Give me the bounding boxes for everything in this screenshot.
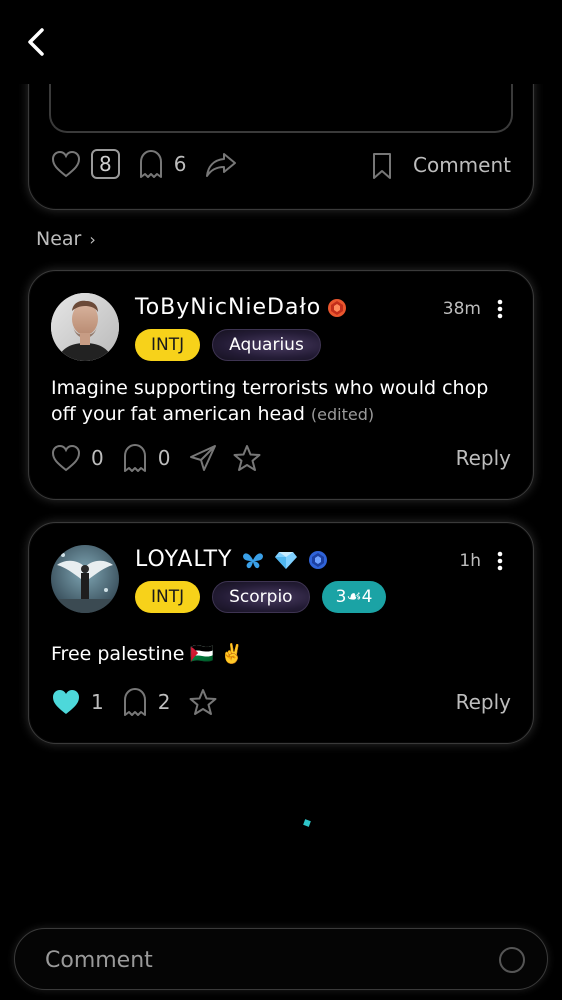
mbti-tag[interactable]: INTJ [135, 581, 201, 613]
like-count: 8 [91, 149, 120, 179]
comment-actions: 0 0 [51, 443, 262, 473]
reply-button[interactable]: Reply [456, 690, 511, 714]
avatar[interactable] [51, 545, 119, 613]
comment-input[interactable] [45, 943, 475, 977]
star-icon[interactable] [188, 688, 218, 716]
near-label: Near [36, 228, 82, 250]
tag-row: INTJ Scorpio 3☙4 [135, 581, 387, 613]
star-icon[interactable] [232, 444, 262, 472]
compatibility-tag[interactable]: 3☙4 [321, 581, 387, 613]
ghost-count: 2 [157, 690, 171, 714]
ghost-count: 0 [157, 446, 171, 470]
near-section-header[interactable]: Near › [36, 228, 96, 250]
comment-actions: 1 2 [51, 687, 218, 717]
more-options-icon[interactable] [497, 299, 503, 319]
chevron-left-icon [28, 28, 44, 56]
username[interactable]: ToByNicNieDało [135, 295, 347, 320]
username[interactable]: LOYALTY [135, 547, 328, 572]
comment-composer [14, 928, 548, 990]
chevron-right-icon: › [89, 229, 96, 249]
like-count: 1 [91, 690, 104, 714]
heart-icon[interactable] [51, 444, 81, 472]
comment-text: Free palestine 🇵🇸 ✌️ [51, 643, 244, 665]
heart-icon[interactable] [51, 150, 81, 178]
comment-text: Imagine supporting terrorists who would … [51, 377, 489, 425]
ghost-icon[interactable] [138, 149, 164, 179]
comment-card: LOYALTY 1h INTJ Scorpio 3☙4 Free palesti… [28, 522, 534, 744]
more-options-icon[interactable] [497, 551, 503, 571]
comment-card: ToByNicNieDało 38m INTJ Aquarius Imagine… [28, 270, 534, 500]
diamond-icon [275, 551, 298, 569]
send-circle-icon[interactable] [499, 947, 525, 973]
edited-label: (edited) [310, 405, 375, 424]
ghost-icon[interactable] [122, 443, 148, 473]
ghost-icon[interactable] [122, 687, 148, 717]
back-button[interactable] [18, 22, 58, 62]
share-icon[interactable] [204, 150, 238, 178]
timestamp: 38m [442, 299, 481, 319]
sapphire-badge-icon [309, 550, 328, 569]
reply-button[interactable]: Reply [456, 446, 511, 470]
butterfly-icon [243, 552, 264, 568]
zodiac-tag[interactable]: Aquarius [212, 329, 321, 361]
ghost-count: 6 [173, 152, 187, 176]
mbti-tag[interactable]: INTJ [135, 329, 201, 361]
tag-row: INTJ Aquarius [135, 329, 321, 361]
avatar[interactable] [51, 293, 119, 361]
bookmark-icon[interactable] [371, 152, 393, 180]
comment-button[interactable]: Comment [413, 153, 511, 177]
zodiac-tag[interactable]: Scorpio [212, 581, 310, 613]
loading-indicator [303, 819, 311, 827]
post-actions: 8 6 [51, 149, 238, 179]
timestamp: 1h [459, 551, 481, 571]
send-icon[interactable] [188, 444, 218, 472]
heart-filled-icon[interactable] [51, 688, 81, 716]
like-count: 0 [91, 446, 104, 470]
top-bar [0, 0, 562, 84]
ruby-badge-icon [328, 298, 347, 317]
